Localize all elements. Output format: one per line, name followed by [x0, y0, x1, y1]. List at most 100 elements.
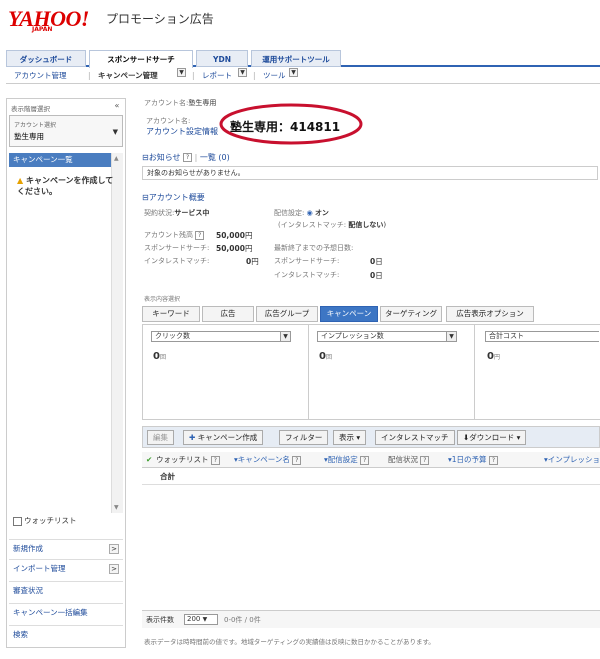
tab-ad-extensions[interactable]: 広告表示オプション — [446, 306, 534, 322]
chevron-down-icon[interactable]: ▼ — [177, 68, 186, 77]
contract-value: サービス中 — [174, 209, 210, 217]
nav-report[interactable]: レポート — [202, 68, 232, 84]
sidebar: 表示階層選択 « アカウント選択 塾生専用 ▼ キャンペーン一覧 ▲ ▼ ▲ キ… — [6, 98, 126, 648]
notice-list-link[interactable]: 一覧 (0) — [200, 153, 230, 162]
notice-title: お知らせ — [148, 153, 181, 162]
col-campaign-name[interactable]: ▾キャンペーン名 ? — [234, 452, 302, 468]
help-icon[interactable]: ? — [195, 230, 205, 240]
im-delivery-value: 配信しない — [348, 221, 384, 229]
create-campaign-button[interactable]: ✚ キャンペーン作成 — [183, 430, 264, 445]
tab-sponsored-search[interactable]: スポンサードサーチ — [89, 50, 193, 68]
minus-icon[interactable]: ⊟ — [142, 193, 149, 202]
sidebar-item-new[interactable]: 新規作成 > — [9, 539, 123, 557]
tab-campaign[interactable]: キャンペーン — [320, 306, 378, 322]
days-im-label: インタレストマッチ: — [274, 271, 340, 279]
sidebar-item-bulk-edit[interactable]: キャンペーン一括編集 — [9, 603, 123, 621]
tab-ad[interactable]: 広告 — [202, 306, 254, 322]
balance-row: アカウント残高 ? — [144, 230, 205, 240]
col-watchlist[interactable]: ウォッチリスト ? — [156, 452, 220, 468]
chevron-right-icon[interactable]: > — [109, 544, 119, 554]
days-label: 最新終了までの予想日数: — [274, 244, 354, 252]
campaign-list-header[interactable]: キャンペーン一覧 — [9, 153, 111, 167]
chevron-right-icon[interactable]: > — [109, 564, 119, 574]
check-icon[interactable]: ✔ — [146, 452, 152, 468]
button-label: 表示 — [339, 433, 354, 442]
metric-value: 0回 — [153, 351, 166, 362]
sidebar-item-import[interactable]: インポート管理 > — [9, 559, 123, 577]
nav-divider: | — [192, 71, 195, 80]
col-delivery-setting[interactable]: ▾配信設定 ? — [324, 452, 370, 468]
nav-tools[interactable]: ツール — [263, 68, 286, 84]
col-label: 配信状況 — [388, 455, 418, 464]
account-select[interactable]: アカウント選択 塾生専用 ▼ — [9, 115, 123, 147]
content-tabs: キーワード 広告 広告グループ キャンペーン ターゲティング 広告表示オプション — [142, 306, 598, 323]
nav-account[interactable]: アカウント管理 — [14, 68, 67, 84]
account-settings-link[interactable]: アカウント設定情報 — [146, 126, 218, 137]
edit-button[interactable]: 編集 — [147, 430, 174, 445]
scroll-up-icon[interactable]: ▲ — [114, 155, 119, 162]
chevron-down-icon[interactable]: ▼ — [446, 332, 456, 341]
radio-on-icon[interactable]: ◉ — [307, 209, 313, 217]
col-label: インプレッション — [547, 455, 600, 464]
help-icon[interactable]: ? — [360, 455, 370, 465]
contract-label: 契約状況: — [144, 209, 175, 217]
scroll-down-icon[interactable]: ▼ — [114, 504, 119, 511]
col-daily-budget[interactable]: ▾1日の予算 ? — [448, 452, 498, 468]
sidebar-item-search[interactable]: 検索 — [9, 625, 123, 643]
collapse-icon[interactable]: « — [111, 101, 123, 111]
delivery-value: オン — [314, 209, 329, 217]
tab-targeting[interactable]: ターゲティング — [380, 306, 442, 322]
account-name-label: アカウント名: — [146, 117, 191, 125]
warning-text: キャンペーンを作成してください。 — [17, 176, 114, 196]
chevron-down-icon[interactable]: ▼ — [238, 68, 247, 77]
filter-button[interactable]: フィルター — [279, 430, 329, 445]
col-delivery-status[interactable]: 配信状況 ? — [388, 452, 430, 468]
metric-select[interactable]: インプレッション数 ▼ — [317, 331, 457, 342]
days-ss-label: スポンサードサーチ: — [274, 257, 340, 265]
sidebar-scrollbar[interactable]: ▲ ▼ — [111, 153, 123, 513]
col-label: ウォッチリスト — [156, 455, 209, 464]
divider: | — [194, 153, 198, 162]
metric-card: 合計コスト 0円 — [475, 325, 599, 419]
download-button[interactable]: ⬇ダウンロード ▾ — [457, 430, 527, 445]
display-button[interactable]: 表示 ▾ — [333, 430, 367, 445]
help-icon[interactable]: ? — [420, 455, 430, 465]
contract-status: 契約状況:サービス中 — [144, 208, 209, 218]
metric-select[interactable]: 合計コスト — [485, 331, 599, 342]
tab-adgroup[interactable]: 広告グループ — [256, 306, 318, 322]
metric-value: 0円 — [487, 351, 500, 362]
balance-label: アカウント残高 — [144, 231, 193, 239]
minus-icon[interactable]: ⊟ — [142, 153, 149, 162]
help-icon[interactable]: ? — [210, 455, 220, 465]
menu-label: インポート管理 — [13, 564, 66, 573]
tab-keyword[interactable]: キーワード — [142, 306, 200, 322]
interest-match-button[interactable]: インタレストマッチ — [375, 430, 455, 445]
unit: 日 — [375, 257, 383, 266]
notice-section: ⊟お知らせ ? | 一覧 (0) — [142, 152, 230, 163]
help-icon[interactable]: ? — [292, 455, 302, 465]
balance-value: 50,000円 — [216, 230, 252, 241]
ss-label: スポンサードサーチ: — [144, 244, 210, 252]
overview-title: アカウント概要 — [148, 193, 205, 202]
delivery-label: 配信設定: — [274, 209, 305, 217]
sidebar-item-review[interactable]: 審査状況 — [9, 581, 123, 599]
help-icon[interactable]: ? — [183, 153, 193, 162]
metric-card: インプレッション数 ▼ 0回 — [309, 325, 475, 419]
tab-dashboard[interactable]: ダッシュボード — [6, 50, 86, 67]
nav-campaign[interactable]: キャンペーン管理 — [98, 68, 158, 84]
im-label: インタレストマッチ: — [144, 257, 210, 265]
rows-per-page-select[interactable]: 200 ▼ — [184, 614, 218, 625]
metric-select[interactable]: クリック数 ▼ — [151, 331, 291, 342]
unit: 日 — [375, 271, 383, 280]
product-title: プロモーション広告 — [106, 12, 214, 26]
col-impressions[interactable]: ▾インプレッション — [544, 452, 600, 468]
chevron-down-icon[interactable]: ▼ — [280, 332, 290, 341]
sidebar-heading: 表示階層選択 — [11, 105, 50, 113]
help-icon[interactable]: ? — [488, 455, 498, 465]
checkbox-icon[interactable] — [13, 516, 22, 526]
tab-support-tools[interactable]: 運用サポートツール — [251, 50, 341, 67]
tab-ydn[interactable]: YDN — [196, 50, 248, 67]
metric-select-value: インプレッション数 — [321, 332, 384, 340]
watchlist-checkbox[interactable]: ウォッチリスト — [13, 515, 77, 526]
chevron-down-icon[interactable]: ▼ — [289, 68, 298, 77]
